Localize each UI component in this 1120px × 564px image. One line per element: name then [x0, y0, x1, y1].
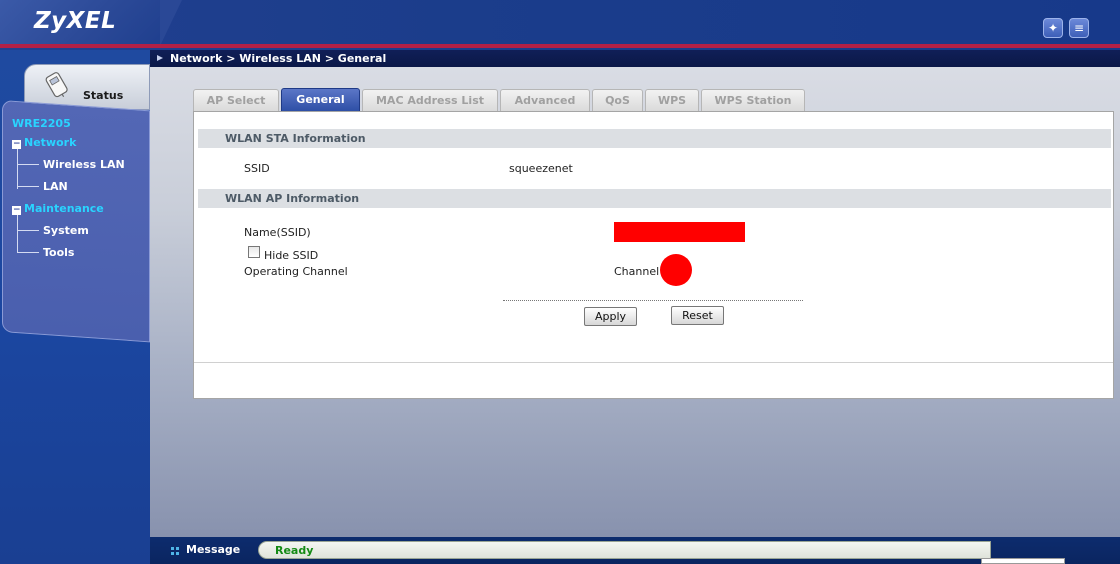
logo-area: ZyXEL — [0, 0, 182, 46]
section-header-sta: WLAN STA Information — [198, 129, 1111, 148]
content-divider — [194, 362, 1113, 363]
name-ssid-label: Name(SSID) — [244, 226, 311, 239]
header-accent-line — [0, 44, 1120, 48]
tab-ap-select[interactable]: AP Select — [193, 89, 279, 112]
collapse-icon[interactable]: − — [12, 140, 21, 149]
message-status: Ready — [275, 544, 314, 557]
tree-connector — [17, 147, 18, 189]
section-header-ap: WLAN AP Information — [198, 189, 1111, 208]
device-model: WRE2205 — [12, 117, 71, 130]
breadcrumb-arrow-icon — [157, 55, 163, 61]
wizard-icon[interactable]: ✦ — [1043, 18, 1063, 38]
tree-item-maintenance[interactable]: − Maintenance — [12, 202, 104, 215]
reset-button[interactable]: Reset — [671, 306, 724, 325]
tab-wps[interactable]: WPS — [645, 89, 699, 112]
redacted-ssid-field[interactable] — [614, 222, 745, 242]
tab-qos[interactable]: QoS — [592, 89, 643, 112]
redacted-channel-select[interactable] — [660, 254, 692, 286]
message-label: Message — [186, 543, 241, 556]
message-bar: Message Ready — [150, 537, 1120, 564]
tree-connector — [17, 186, 39, 187]
operating-channel-label: Operating Channel — [244, 265, 348, 278]
hide-ssid-label: Hide SSID — [264, 249, 319, 262]
message-box: Ready — [258, 541, 991, 559]
tab-mac-address-list[interactable]: MAC Address List — [362, 89, 498, 112]
tree-connector — [17, 230, 39, 231]
message-icon — [171, 547, 179, 555]
tree-item-wireless-lan[interactable]: Wireless LAN — [43, 158, 125, 171]
tree-item-maintenance-label: Maintenance — [24, 202, 104, 215]
tree-connector — [17, 164, 39, 165]
tab-wps-station[interactable]: WPS Station — [701, 89, 805, 112]
breadcrumb: Network > Wireless LAN > General — [170, 52, 387, 65]
tree-item-lan[interactable]: LAN — [43, 180, 68, 193]
tab-general[interactable]: General — [281, 88, 360, 112]
top-header: ZyXEL ✦ ≡ — [0, 0, 1120, 50]
zyxel-logo: ZyXEL — [34, 8, 117, 34]
status-icon — [45, 72, 68, 98]
tab-advanced[interactable]: Advanced — [500, 89, 590, 112]
breadcrumb-bar: Network > Wireless LAN > General — [150, 50, 1120, 67]
tree-connector — [17, 252, 39, 253]
collapse-icon[interactable]: − — [12, 206, 21, 215]
content-panel: WLAN STA Information SSID squeezenet WLA… — [193, 111, 1114, 399]
dotted-divider — [503, 300, 803, 301]
apply-button[interactable]: Apply — [584, 307, 637, 326]
status-label: Status — [83, 89, 124, 102]
tree-connector — [17, 213, 18, 253]
tree-item-system[interactable]: System — [43, 224, 89, 237]
ssid-value: squeezenet — [509, 162, 573, 175]
message-scroll-area — [981, 558, 1065, 564]
channel-value: Channel — [614, 265, 660, 278]
hide-ssid-checkbox[interactable] — [248, 246, 260, 258]
tree-item-network[interactable]: − Network — [12, 136, 76, 149]
logout-icon[interactable]: ≡ — [1069, 18, 1089, 38]
tree-item-tools[interactable]: Tools — [43, 246, 74, 259]
ssid-label: SSID — [244, 162, 270, 175]
tree-item-network-label: Network — [24, 136, 77, 149]
